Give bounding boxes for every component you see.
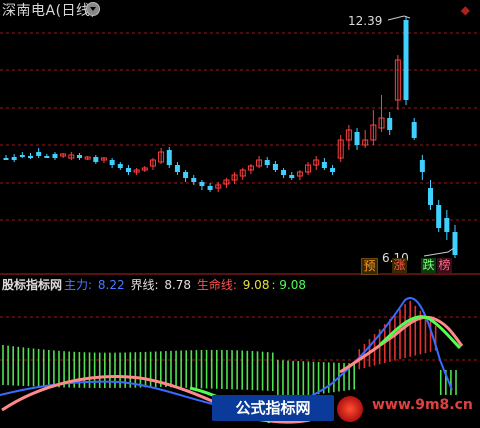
candle-body bbox=[3, 158, 9, 160]
candle-body bbox=[419, 160, 425, 172]
candle-body bbox=[19, 155, 25, 157]
candle-body bbox=[76, 155, 82, 158]
candle-body bbox=[321, 162, 327, 168]
chart-canvas bbox=[0, 15, 480, 424]
boundary-label: 界线: bbox=[130, 278, 159, 292]
watermark-banner: 公式指标网 bbox=[212, 395, 334, 421]
watermark-url: www.9m8.cn bbox=[372, 397, 473, 413]
candle-body bbox=[191, 178, 197, 182]
candle-body bbox=[44, 156, 50, 158]
low-pointer bbox=[423, 247, 455, 257]
candle-body bbox=[354, 132, 360, 145]
main-label: 主力: bbox=[64, 278, 93, 292]
marker-yu[interactable]: 预 bbox=[361, 258, 378, 275]
candle-body bbox=[11, 157, 17, 160]
candle-body bbox=[36, 152, 42, 156]
candle-body bbox=[444, 218, 450, 232]
indicator-title: 股标指标网 bbox=[2, 278, 63, 292]
life-value-2: : 9.08 bbox=[271, 278, 307, 292]
price-high-label: 12.39 bbox=[348, 14, 383, 28]
marker-die[interactable]: 跌 bbox=[421, 258, 436, 273]
life-value: 9.08 bbox=[242, 278, 270, 292]
candle-body bbox=[330, 168, 336, 172]
candle-body bbox=[93, 157, 99, 162]
candle-body bbox=[281, 170, 287, 175]
candle-body bbox=[125, 168, 131, 172]
candle-body bbox=[411, 122, 417, 138]
candle-body bbox=[109, 160, 115, 165]
candle-body bbox=[52, 154, 58, 158]
high-pointer bbox=[387, 15, 411, 21]
candle-body bbox=[272, 164, 278, 170]
candle-body bbox=[183, 172, 189, 178]
candle-body bbox=[117, 164, 123, 168]
candle-body bbox=[428, 188, 434, 205]
marker-bang[interactable]: 榜 bbox=[437, 258, 452, 273]
logo-icon bbox=[337, 396, 363, 422]
candle-body bbox=[174, 165, 180, 172]
candle-body bbox=[207, 186, 213, 190]
candle-body bbox=[387, 118, 393, 130]
indicator-legend: 股标指标网 主力: 8.22 界线: 8.78 生命线: 9.08: 9.08 bbox=[2, 276, 308, 293]
boundary-value: 8.78 bbox=[164, 278, 192, 292]
marker-zhang[interactable]: 涨 bbox=[392, 258, 407, 273]
candle-body bbox=[403, 20, 409, 100]
candle-body bbox=[452, 232, 458, 255]
main-value: 8.22 bbox=[97, 278, 125, 292]
candle-body bbox=[27, 156, 33, 158]
candle-body bbox=[199, 182, 205, 186]
life-label: 生命线: bbox=[196, 278, 237, 292]
candle-body bbox=[289, 175, 295, 178]
candle-body bbox=[264, 160, 270, 165]
candle-body bbox=[166, 150, 172, 165]
candle-body bbox=[436, 205, 442, 228]
